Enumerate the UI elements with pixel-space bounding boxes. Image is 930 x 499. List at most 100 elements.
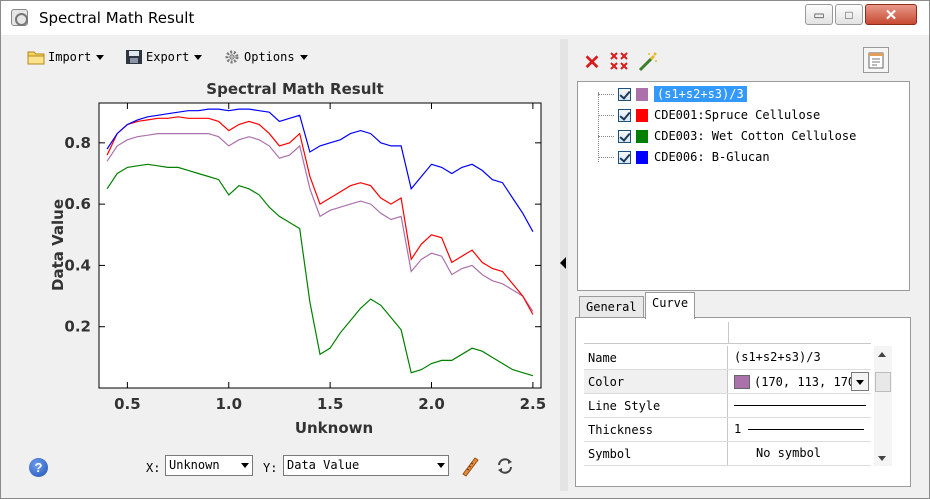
tab-curve[interactable]: Curve: [645, 292, 696, 319]
tab-general[interactable]: General: [579, 296, 644, 318]
tree-item-label: CDE003: Wet Cotton Cellulose: [654, 129, 857, 143]
property-key: Line Style: [584, 394, 728, 417]
tree-connector: [598, 94, 614, 95]
x-tick-label: 1.5: [317, 395, 344, 413]
y-tick-label: 0.8: [64, 134, 91, 152]
y-tick-label: 0.4: [64, 256, 91, 274]
property-key: Symbol: [584, 442, 728, 465]
chevron-down-icon: [437, 463, 445, 468]
properties-scrollbar[interactable]: [874, 346, 892, 466]
import-menu-button[interactable]: Import: [27, 49, 105, 65]
ruler-icon[interactable]: [459, 455, 481, 477]
line-style-preview: [734, 405, 866, 406]
collapse-arrow-icon[interactable]: [560, 257, 566, 269]
color-field[interactable]: (170, 113, 170: [730, 370, 871, 393]
spectral-chart[interactable]: Spectral Math Result 0.2 0.4 0.6 0.8 0.5 1.0…: [11, 75, 557, 445]
symbol-field[interactable]: No symbol: [730, 442, 871, 465]
help-icon[interactable]: ?: [29, 458, 48, 477]
name-field[interactable]: (s1+s2+s3)/3: [730, 346, 871, 369]
window-title: Spectral Math Result: [39, 9, 195, 27]
tree-item-label: CDE006: B-Glucan: [654, 150, 770, 164]
chevron-down-icon: [96, 54, 105, 60]
x-axis-select-label: X:: [146, 461, 161, 475]
property-row-line-style[interactable]: Line Style: [584, 394, 871, 418]
tree-connector: [598, 136, 614, 137]
close-button[interactable]: ✕: [865, 4, 917, 25]
y-axis-label: Data Value: [49, 199, 67, 291]
chart-title: Spectral Math Result: [206, 80, 383, 98]
tree-item-label: (s1+s2+s3)/3: [654, 86, 747, 102]
delete-icon[interactable]: ✕: [581, 51, 603, 74]
property-row-name[interactable]: Name (s1+s2+s3)/3: [584, 346, 871, 370]
property-row-color[interactable]: Color (170, 113, 170: [584, 370, 871, 394]
color-swatch: [636, 129, 648, 143]
x-tick-label: 1.0: [215, 395, 242, 413]
line-style-field[interactable]: [730, 394, 871, 417]
magic-wand-icon[interactable]: [637, 51, 659, 73]
y-tick-label: 0.2: [64, 318, 91, 336]
visibility-checkbox[interactable]: [618, 108, 631, 122]
property-row-thickness[interactable]: Thickness 1: [584, 418, 871, 442]
scroll-down-icon[interactable]: [878, 456, 886, 461]
thickness-preview: [748, 429, 864, 430]
axis-selector-row: ? X: Unknown Y: Data Value: [11, 452, 557, 478]
scroll-up-icon[interactable]: [878, 352, 886, 357]
properties-icon[interactable]: [863, 47, 889, 73]
title-bar: Spectral Math Result ▭ □ ✕: [1, 1, 929, 35]
delete-all-icon[interactable]: [609, 51, 631, 73]
y-tick-label: 0.6: [64, 195, 91, 213]
export-menu-button[interactable]: Export: [125, 49, 203, 65]
scroll-thumb[interactable]: [875, 372, 891, 392]
visibility-checkbox[interactable]: [618, 87, 631, 101]
chevron-down-icon: [299, 54, 308, 60]
tree-item[interactable]: CDE006: B-Glucan: [618, 147, 770, 167]
y-axis-select[interactable]: Data Value: [283, 455, 449, 476]
visibility-checkbox[interactable]: [618, 150, 631, 164]
chevron-down-icon: [194, 54, 203, 60]
maximize-button[interactable]: □: [835, 4, 863, 25]
thickness-field[interactable]: 1: [730, 418, 871, 441]
x-axis-label: Unknown: [295, 419, 373, 437]
panel-splitter[interactable]: [557, 39, 571, 491]
x-tick-label: 2.0: [418, 395, 445, 413]
curve-panel: ✕ (s1+s2+s3)/3 CDE001:Spruce Cellulose C…: [573, 39, 917, 491]
color-swatch: [636, 108, 648, 122]
tree-connector: [598, 115, 614, 116]
visibility-checkbox[interactable]: [618, 129, 631, 143]
property-row-symbol[interactable]: Symbol No symbol: [584, 442, 871, 466]
tree-item[interactable]: CDE001:Spruce Cellulose: [618, 105, 820, 125]
app-window: Spectral Math Result ▭ □ ✕ Import Export…: [0, 0, 930, 499]
gear-icon: [225, 50, 239, 64]
chevron-down-icon: [856, 380, 864, 385]
tree-connector: [598, 92, 599, 162]
property-key: Thickness: [584, 418, 728, 441]
refresh-icon[interactable]: [495, 456, 515, 476]
minimize-button[interactable]: ▭: [805, 4, 833, 25]
property-key: Name: [584, 346, 728, 369]
export-label: Export: [146, 50, 190, 64]
x-tick-label: 2.5: [520, 395, 547, 413]
tree-item[interactable]: (s1+s2+s3)/3: [618, 84, 747, 104]
chevron-down-icon: [241, 463, 249, 468]
color-dropdown-button[interactable]: [851, 372, 869, 391]
options-label: Options: [244, 50, 295, 64]
property-key: Color: [584, 370, 728, 393]
color-swatch: [636, 150, 648, 164]
plot-panel: Import Export Options Spectral Math Resu…: [11, 39, 557, 491]
app-icon: [11, 9, 28, 26]
color-swatch: [734, 374, 750, 389]
folder-icon: [27, 51, 45, 65]
tree-connector: [598, 157, 614, 158]
curve-properties-panel: Name (s1+s2+s3)/3 Color (170, 113, 170 L…: [575, 317, 911, 487]
x-axis-select[interactable]: Unknown: [165, 455, 253, 476]
property-header: [584, 322, 871, 344]
options-menu-button[interactable]: Options: [223, 49, 308, 65]
y-axis-select-label: Y:: [263, 461, 278, 475]
save-disk-icon: [126, 50, 142, 64]
color-swatch: [636, 87, 648, 101]
thickness-value: 1: [734, 422, 742, 436]
curve-tree: (s1+s2+s3)/3 CDE001:Spruce Cellulose CDE…: [577, 81, 910, 291]
tree-item[interactable]: CDE003: Wet Cotton Cellulose: [618, 126, 856, 146]
tree-item-label: CDE001:Spruce Cellulose: [654, 108, 821, 122]
x-axis-select-value: Unknown: [169, 458, 220, 472]
